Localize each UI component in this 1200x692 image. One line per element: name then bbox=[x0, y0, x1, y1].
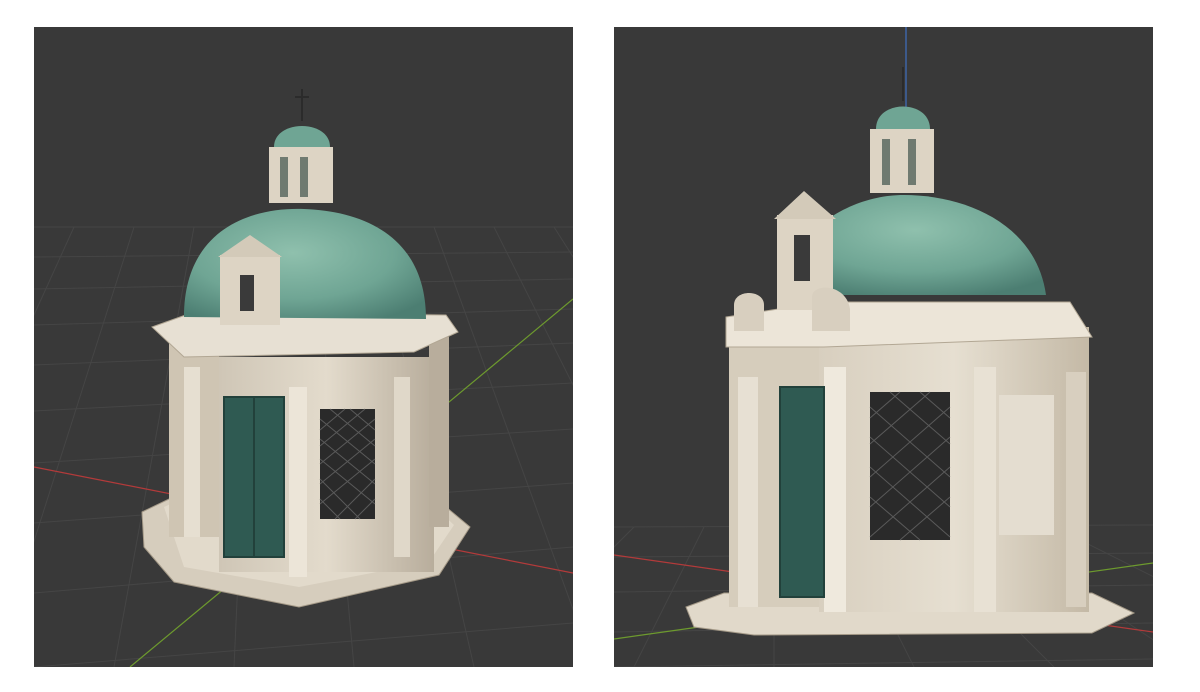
chapel-model-left[interactable] bbox=[141, 89, 471, 608]
right-wall bbox=[429, 337, 449, 527]
pilaster-3 bbox=[974, 367, 996, 612]
lantern bbox=[269, 89, 333, 203]
left-3d-viewport[interactable] bbox=[34, 27, 573, 667]
pilaster-1 bbox=[184, 367, 200, 537]
left-viewport-canvas bbox=[34, 89, 573, 667]
right-3d-viewport[interactable] bbox=[614, 27, 1153, 667]
pilaster-3 bbox=[394, 377, 410, 557]
grated-window bbox=[869, 391, 951, 541]
pilaster-1 bbox=[738, 377, 758, 607]
bronze-door bbox=[779, 386, 825, 598]
bell-gable bbox=[734, 191, 850, 331]
lantern bbox=[870, 67, 934, 193]
blank-panel bbox=[999, 395, 1054, 535]
chapel-model-right[interactable] bbox=[685, 67, 1136, 636]
grated-window bbox=[319, 408, 376, 520]
pilaster-2 bbox=[289, 387, 307, 577]
pilaster-4 bbox=[1066, 372, 1086, 607]
pilaster-2 bbox=[824, 367, 846, 612]
right-viewport-canvas bbox=[614, 27, 1153, 667]
